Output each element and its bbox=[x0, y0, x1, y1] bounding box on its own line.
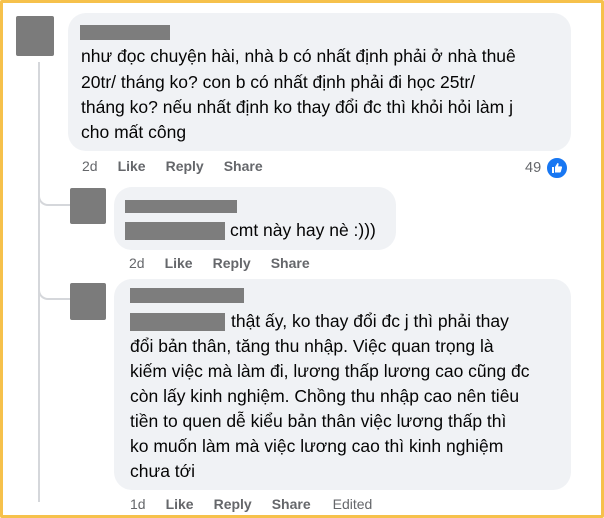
like-thumb-icon bbox=[545, 156, 570, 180]
comment-line: kiếm việc mà làm đi, lương thấp lương ca… bbox=[130, 361, 530, 381]
comment-line: đổi bản thân, tăng thu nhập. Việc quan t… bbox=[130, 336, 494, 356]
avatar[interactable] bbox=[16, 16, 54, 56]
avatar[interactable] bbox=[70, 283, 106, 320]
comment-line: cho mất công bbox=[81, 122, 187, 142]
comment-line: thật ấy, ko thay đổi đc j thì phải thay bbox=[231, 311, 509, 331]
redacted-mention[interactable] bbox=[125, 222, 225, 240]
comment-bubble: như đọc chuyện hài, nhà b có nhất định p… bbox=[68, 13, 571, 151]
share-button[interactable]: Share bbox=[224, 158, 263, 174]
redacted-author-name[interactable] bbox=[80, 25, 170, 40]
reply-button[interactable]: Reply bbox=[166, 158, 204, 174]
reaction-summary[interactable]: 49 bbox=[525, 156, 570, 180]
reaction-count: 49 bbox=[525, 160, 542, 176]
share-button[interactable]: Share bbox=[271, 255, 310, 271]
share-button[interactable]: Share bbox=[272, 496, 311, 512]
redacted-mention[interactable] bbox=[130, 313, 225, 331]
comment-line: tháng ko? nếu nhất định ko thay đổi đc t… bbox=[81, 97, 513, 117]
comment-line: tiền to quen dễ kiểu bản thân việc lương… bbox=[130, 411, 507, 431]
timestamp[interactable]: 1d bbox=[130, 496, 146, 512]
reply-connector bbox=[38, 178, 70, 206]
comment-bubble: thật ấy, ko thay đổi đc j thì phải thay … bbox=[114, 279, 571, 490]
timestamp[interactable]: 2d bbox=[129, 255, 145, 271]
comment-actions: 2d Like Reply Share bbox=[82, 158, 283, 174]
edited-label: Edited bbox=[332, 496, 373, 512]
reply-button[interactable]: Reply bbox=[214, 496, 252, 512]
timestamp[interactable]: 2d bbox=[82, 158, 98, 174]
comment-line: chưa tới bbox=[130, 461, 196, 481]
comment-text: cmt này hay nè :))) bbox=[230, 220, 376, 240]
redacted-author-name[interactable] bbox=[125, 200, 237, 213]
comment-actions: 1d Like Reply Share Edited bbox=[130, 496, 392, 512]
avatar[interactable] bbox=[70, 188, 106, 224]
comment-actions: 2d Like Reply Share bbox=[129, 255, 330, 271]
redacted-author-name[interactable] bbox=[130, 288, 244, 303]
comment-line: ko muốn làm mà việc lương cao thì kinh n… bbox=[130, 436, 504, 456]
comment-line: còn lấy kinh nghiệm. Chồng thu nhập cao … bbox=[130, 386, 520, 406]
reply-button[interactable]: Reply bbox=[213, 255, 251, 271]
like-button[interactable]: Like bbox=[166, 496, 194, 512]
reply-connector bbox=[38, 272, 70, 300]
comment-bubble: cmt này hay nè :))) bbox=[114, 187, 396, 250]
comment-line: như đọc chuyện hài, nhà b có nhất định p… bbox=[81, 46, 516, 66]
like-button[interactable]: Like bbox=[165, 255, 193, 271]
like-button[interactable]: Like bbox=[118, 158, 146, 174]
comment-line: 20tr/ tháng ko? con b có nhất định phải … bbox=[81, 72, 476, 92]
